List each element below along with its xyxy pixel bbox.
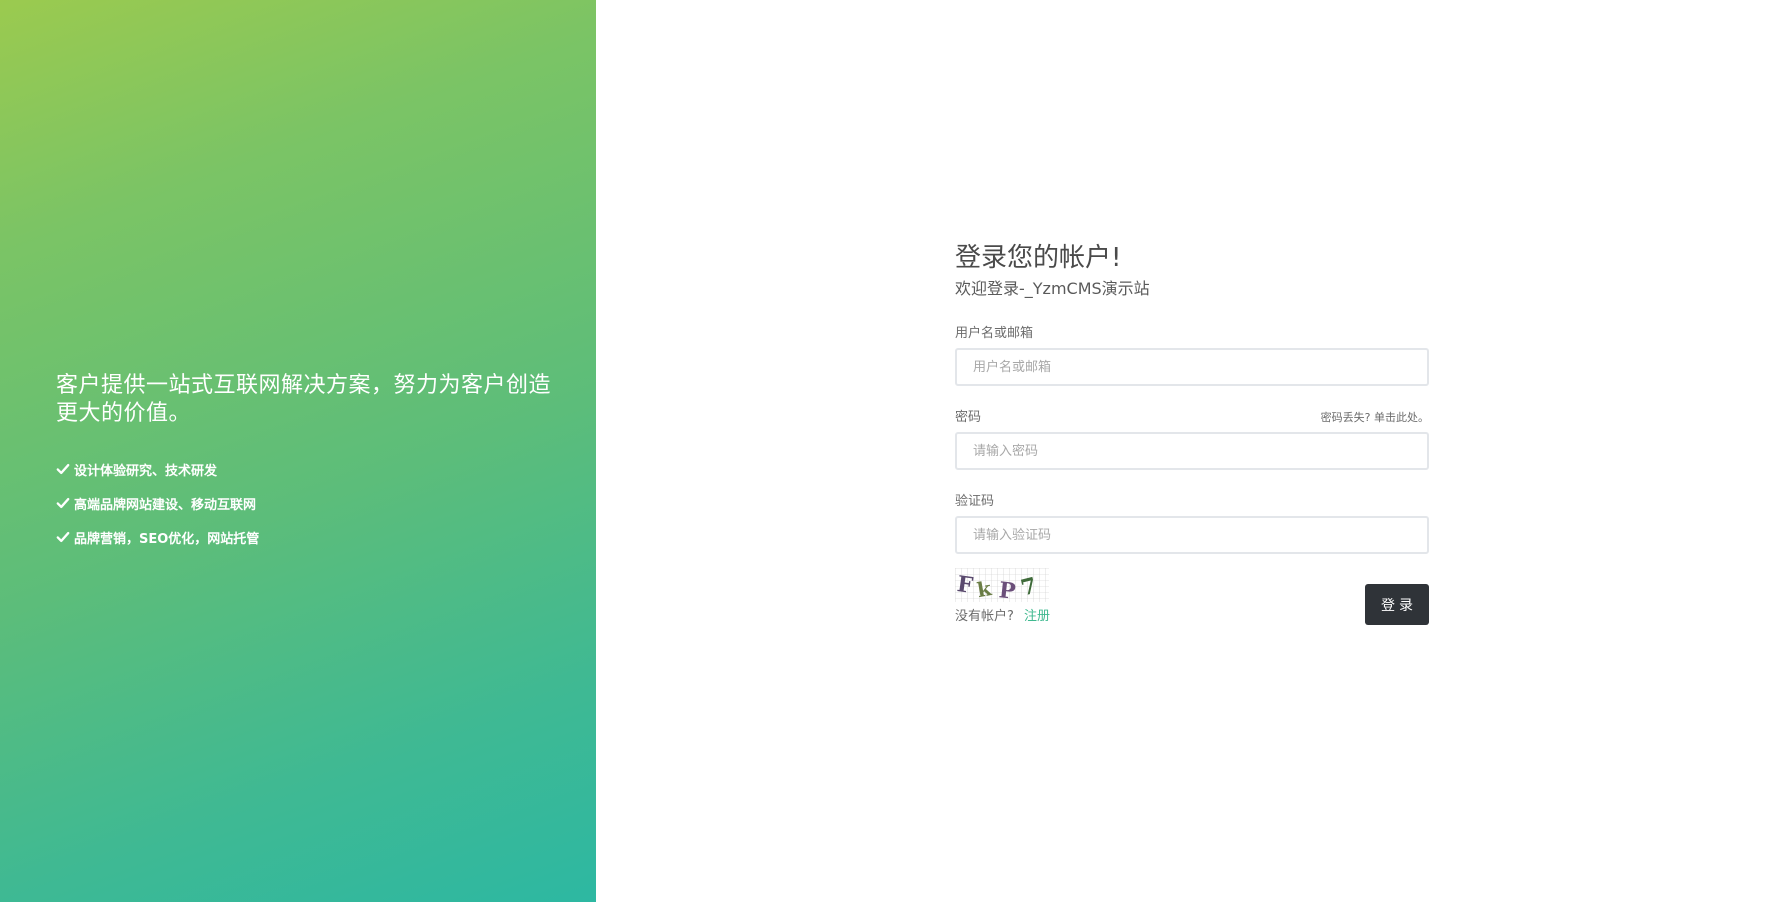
login-page: 客户提供一站式互联网解决方案，努力为客户创造更大的价值。 设计体验研究、技术研发…: [0, 0, 1788, 902]
check-icon: [56, 497, 70, 509]
captcha-input[interactable]: [955, 516, 1429, 554]
username-input[interactable]: [955, 348, 1429, 386]
feature-item: 设计体验研究、技术研发: [56, 452, 556, 486]
register-link[interactable]: 注册: [1024, 609, 1050, 624]
captcha-label: 验证码: [955, 494, 995, 509]
username-label: 用户名或邮箱: [955, 326, 1034, 341]
forgot-password-link[interactable]: 单击此处。: [1374, 411, 1429, 424]
password-label-row: 密码 密码丢失? 单击此处。: [955, 406, 1429, 425]
promo-content: 客户提供一站式互联网解决方案，努力为客户创造更大的价值。 设计体验研究、技术研发…: [56, 372, 556, 554]
feature-text: 设计体验研究、技术研发: [74, 463, 218, 479]
login-subtitle: 欢迎登录-_YzmCMS演示站: [955, 279, 1150, 298]
captcha-group: 验证码: [955, 490, 1429, 554]
username-label-row: 用户名或邮箱: [955, 322, 1429, 341]
username-group: 用户名或邮箱: [955, 322, 1429, 386]
captcha-char: P: [998, 577, 1017, 602]
promo-slogan: 客户提供一站式互联网解决方案，努力为客户创造更大的价值。: [56, 373, 552, 426]
captcha-label-row: 验证码: [955, 490, 1429, 509]
form-footer: 没有帐户? 注册 登录: [955, 584, 1429, 644]
password-label: 密码: [955, 410, 982, 425]
login-title: 登录您的帐户!: [955, 243, 1122, 273]
password-input[interactable]: [955, 432, 1429, 470]
check-icon: [56, 531, 70, 543]
feature-item: 品牌营销，SEO优化，网站托管: [56, 520, 556, 554]
feature-list: 设计体验研究、技术研发 高端品牌网站建设、移动互联网 品牌营销，SEO优化，网站…: [56, 452, 556, 554]
forgot-password: 密码丢失? 单击此处。: [1321, 409, 1429, 425]
feature-text: 品牌营销，SEO优化，网站托管: [74, 531, 260, 547]
feature-text: 高端品牌网站建设、移动互联网: [74, 497, 257, 513]
promo-panel: 客户提供一站式互联网解决方案，努力为客户创造更大的价值。 设计体验研究、技术研发…: [0, 0, 596, 902]
captcha-image[interactable]: F k P 7: [955, 568, 1049, 602]
login-button[interactable]: 登录: [1365, 584, 1429, 625]
no-account-text: 没有帐户?: [955, 609, 1014, 624]
feature-item: 高端品牌网站建设、移动互联网: [56, 486, 556, 520]
no-account: 没有帐户? 注册: [955, 605, 1050, 624]
password-group: 密码 密码丢失? 单击此处。: [955, 406, 1429, 470]
login-panel: 登录您的帐户! 欢迎登录-_YzmCMS演示站 用户名或邮箱 密码 密码丢失? …: [596, 0, 1788, 902]
check-icon: [56, 463, 70, 475]
forgot-password-prefix: 密码丢失?: [1320, 411, 1371, 424]
login-form: 登录您的帐户! 欢迎登录-_YzmCMS演示站 用户名或邮箱 密码 密码丢失? …: [955, 240, 1429, 644]
